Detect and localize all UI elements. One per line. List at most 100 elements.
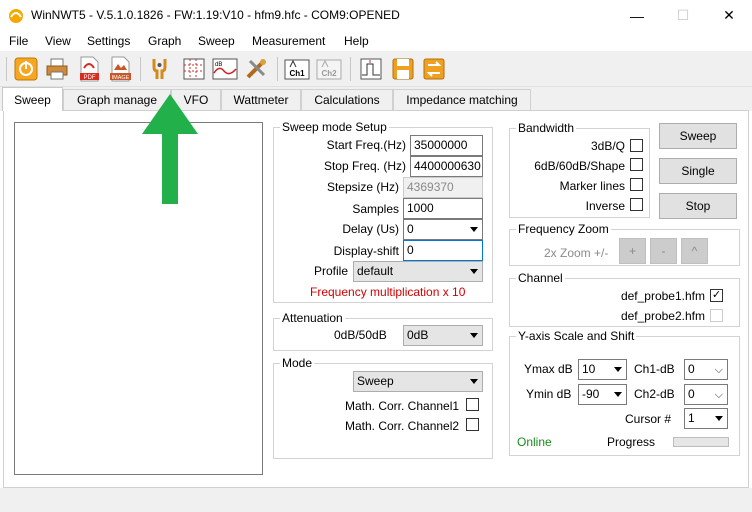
- export-pdf-button[interactable]: PDF: [75, 55, 103, 83]
- dropdown-arrow-icon: [470, 269, 478, 274]
- delay-label: Delay (Us): [342, 222, 399, 236]
- bandwidth-3db-label: 3dB/Q: [590, 139, 625, 153]
- profile-select[interactable]: default: [353, 261, 483, 282]
- db-graph-button[interactable]: dB: [211, 55, 239, 83]
- sweep-graph-icon: [360, 58, 382, 80]
- delay-select[interactable]: 0: [403, 219, 483, 240]
- mode-select[interactable]: Sweep: [353, 371, 483, 392]
- channel1-button[interactable]: Ch1: [283, 55, 311, 83]
- title-bar: WinNWT5 - V.5.1.0.1826 - FW:1.19:V10 - h…: [0, 0, 752, 31]
- dropdown-arrow-icon: [470, 333, 478, 338]
- attenuation-title: Attenuation: [280, 311, 345, 325]
- sweep-graph-button[interactable]: [357, 55, 385, 83]
- online-status: Online: [517, 435, 552, 449]
- tab-impedance-matching[interactable]: Impedance matching: [393, 89, 531, 110]
- ch2-db-select[interactable]: 0 ⌵: [684, 384, 728, 405]
- menu-measurement[interactable]: Measurement: [252, 34, 325, 48]
- save-icon: [392, 58, 414, 80]
- minimize-button[interactable]: —: [614, 0, 660, 31]
- start-freq-input[interactable]: 35000000: [410, 135, 483, 156]
- tab-calculations[interactable]: Calculations: [301, 89, 393, 110]
- bandwidth-title: Bandwidth: [516, 121, 577, 135]
- cursor-select-value: 1: [688, 411, 695, 425]
- menu-sweep[interactable]: Sweep: [198, 34, 235, 48]
- sweep-button[interactable]: Sweep: [659, 123, 737, 149]
- marker-lines-label: Marker lines: [559, 179, 625, 193]
- ymin-label: Ymin dB: [526, 387, 572, 401]
- display-shift-label: Display-shift: [333, 244, 399, 258]
- print-button[interactable]: [43, 55, 71, 83]
- toolbar-separator: [140, 57, 141, 81]
- menu-graph[interactable]: Graph: [148, 34, 181, 48]
- sweep-setup-title: Sweep mode Setup: [280, 120, 389, 134]
- chevron-down-icon: ⌵: [714, 364, 723, 376]
- bandwidth-shape-label: 6dB/60dB/Shape: [534, 159, 625, 173]
- dropdown-arrow-icon: [614, 367, 622, 372]
- save-button[interactable]: [389, 55, 417, 83]
- ymax-label: Ymax dB: [524, 362, 573, 376]
- inverse-checkbox[interactable]: [630, 198, 643, 211]
- samples-label: Samples: [352, 202, 399, 216]
- menu-file[interactable]: File: [9, 34, 28, 48]
- probe-settings-button[interactable]: [147, 55, 175, 83]
- calibrate-icon: [246, 59, 266, 79]
- pdf-icon: PDF: [80, 56, 99, 82]
- menu-bar: File View Settings Graph Sweep Measureme…: [0, 31, 752, 51]
- probe1-label: def_probe1.hfm: [620, 289, 705, 303]
- zoom-up-button[interactable]: ^: [681, 238, 708, 264]
- swap-icon: [423, 58, 445, 80]
- tab-strip: Sweep Graph manage VFO Wattmeter Calcula…: [0, 87, 752, 111]
- export-image-button[interactable]: IMAGE: [106, 55, 134, 83]
- ymax-select-value: 10: [582, 362, 596, 376]
- ch1-icon: Ch1: [284, 59, 310, 80]
- stop-freq-input[interactable]: 4400000630: [410, 156, 483, 177]
- power-button[interactable]: [12, 55, 40, 83]
- menu-view[interactable]: View: [45, 34, 71, 48]
- math-corr-channel2-label: Math. Corr. Channel2: [345, 419, 460, 433]
- calibrate-button[interactable]: [242, 55, 270, 83]
- bandwidth-3db-checkbox[interactable]: [630, 139, 643, 152]
- probe1-checkbox[interactable]: ✓: [710, 289, 723, 302]
- math-corr-channel2-checkbox[interactable]: [466, 418, 479, 431]
- ymax-select[interactable]: 10: [578, 359, 627, 380]
- zoom-minus-button[interactable]: -: [650, 238, 677, 264]
- tab-wattmeter[interactable]: Wattmeter: [221, 89, 301, 110]
- attenuation-select-value: 0dB: [407, 328, 429, 342]
- progress-bar: [673, 437, 729, 447]
- menu-help[interactable]: Help: [344, 34, 369, 48]
- image-icon-text: IMAGE: [112, 75, 130, 81]
- attenuation-label: 0dB/50dB: [334, 328, 387, 342]
- zoom-plus-button[interactable]: +: [619, 238, 646, 264]
- ymin-select[interactable]: -90: [578, 384, 627, 405]
- graph-canvas[interactable]: [14, 122, 263, 475]
- toolbar-separator: [277, 57, 278, 81]
- samples-input[interactable]: 1000: [403, 198, 483, 219]
- marker-lines-checkbox[interactable]: [630, 178, 643, 191]
- cursor-select[interactable]: 1: [684, 408, 728, 429]
- menu-settings[interactable]: Settings: [87, 34, 130, 48]
- grid-button[interactable]: [180, 55, 208, 83]
- printer-icon: [46, 58, 68, 80]
- probe2-checkbox[interactable]: [710, 309, 723, 322]
- delay-select-value: 0: [407, 222, 414, 236]
- toolbar-separator: [6, 57, 7, 81]
- maximize-button[interactable]: ☐: [660, 0, 706, 31]
- mode-select-value: Sweep: [357, 374, 394, 388]
- chevron-down-icon: ⌵: [714, 389, 723, 401]
- cursor-label: Cursor #: [625, 412, 672, 426]
- toolbar: PDF IMAGE dB Ch1 Ch2: [0, 51, 752, 87]
- display-shift-input[interactable]: 0: [403, 240, 483, 261]
- attenuation-select[interactable]: 0dB: [403, 325, 483, 346]
- db-icon-text: dB: [215, 62, 222, 68]
- probe-settings-icon: [152, 59, 167, 79]
- single-button[interactable]: Single: [659, 158, 737, 184]
- swap-button[interactable]: [420, 55, 448, 83]
- tab-sweep[interactable]: Sweep: [2, 87, 63, 111]
- ch1-db-select[interactable]: 0 ⌵: [684, 359, 728, 380]
- stop-button[interactable]: Stop: [659, 193, 737, 219]
- channel2-button[interactable]: Ch2: [315, 55, 343, 83]
- power-icon: [14, 57, 38, 81]
- close-button[interactable]: ✕: [706, 0, 752, 31]
- math-corr-channel1-checkbox[interactable]: [466, 398, 479, 411]
- bandwidth-shape-checkbox[interactable]: [630, 158, 643, 171]
